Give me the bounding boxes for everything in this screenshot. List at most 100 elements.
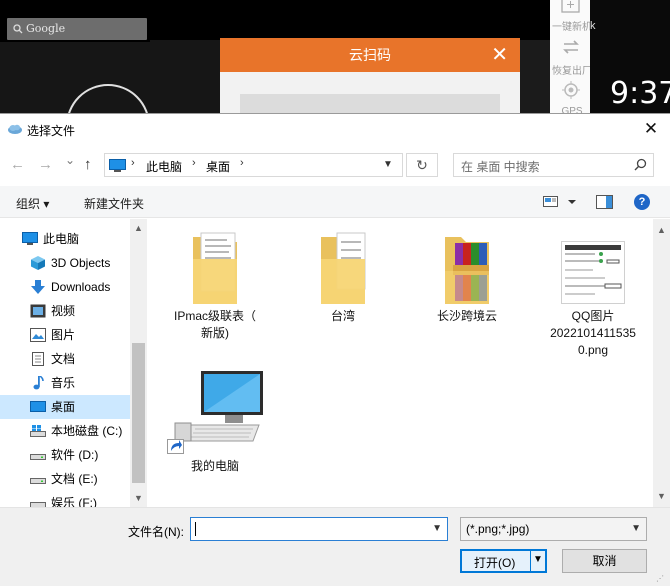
scan-code-title: 云扫码 xyxy=(349,47,391,63)
sidebar-item-drive-c[interactable]: 本地磁盘 (C:) xyxy=(0,419,130,443)
computer-shortcut-icon xyxy=(167,371,263,454)
clock-widget: k 9:37 xyxy=(590,0,670,120)
navigation-bar: ← → ⌄ ↑ › 此电脑 › 桌面 › ▼ ↻ 在 桌面 中搜索 xyxy=(0,144,670,186)
sidebar-item-label: 3D Objects xyxy=(51,256,111,270)
google-search-bar: Google xyxy=(7,18,147,40)
image-thumbnail-icon xyxy=(561,241,625,304)
restore-icon xyxy=(563,40,579,54)
text-caret xyxy=(195,522,196,536)
file-item-ipmac-folder[interactable]: IPmac级联表（ 新版) xyxy=(160,229,270,342)
file-name-cont: 0.png xyxy=(577,343,609,357)
open-button[interactable]: 打开(O) ▼ xyxy=(460,549,547,573)
new-device-label: 一键新机 xyxy=(552,22,592,33)
sidebar-item-videos[interactable]: 视频 xyxy=(0,299,130,323)
sidebar-item-this-pc[interactable]: 此电脑 xyxy=(0,227,130,251)
file-name: QQ图片 xyxy=(571,309,615,323)
resize-grip-icon[interactable]: ⋰ xyxy=(656,574,664,583)
pc-icon xyxy=(22,232,38,245)
open-button-label: 打开(O) xyxy=(474,556,516,570)
search-input[interactable]: 在 桌面 中搜索 xyxy=(453,153,654,177)
address-bar[interactable]: › 此电脑 › 桌面 › ▼ xyxy=(104,153,403,177)
scrollbar-thumb[interactable] xyxy=(132,343,145,483)
windows-drive-icon xyxy=(30,425,46,437)
filename-input[interactable]: ▼ xyxy=(190,517,448,541)
file-name-cont: 2022101411535 xyxy=(550,326,636,340)
scroll-up-arrow-icon[interactable]: ▲ xyxy=(657,225,666,235)
pc-icon xyxy=(109,159,126,172)
folder-docs-icon xyxy=(321,232,366,304)
file-item-my-computer[interactable]: 我的电脑 xyxy=(160,369,270,475)
scroll-up-arrow-icon[interactable]: ▲ xyxy=(134,223,143,233)
sidebar-item-label: 桌面 xyxy=(51,400,76,414)
download-arrow-icon xyxy=(31,280,45,294)
sidebar-item-drive-d[interactable]: 软件 (D:) xyxy=(0,443,130,467)
sidebar-scrollbar[interactable]: ▲ ▼ xyxy=(130,219,147,507)
file-item-qq-image[interactable]: QQ图片 2022101411535 0.png xyxy=(538,229,648,359)
forward-button[interactable]: → xyxy=(38,156,53,173)
new-folder-button[interactable]: 新建文件夹 xyxy=(84,195,144,212)
music-note-icon xyxy=(33,376,44,390)
up-button[interactable]: ↑ xyxy=(84,156,92,173)
organize-menu[interactable]: 组织 ▾ xyxy=(16,195,49,212)
file-name: 长沙跨境云 xyxy=(436,309,497,323)
factory-reset-label: 恢复出厂 xyxy=(552,66,592,77)
close-icon: ✕ xyxy=(491,44,508,66)
dialog-title: 选择文件 xyxy=(27,124,76,138)
file-item-changsha-folder[interactable]: 长沙跨境云 xyxy=(412,229,522,325)
cancel-button[interactable]: 取消 xyxy=(562,549,647,573)
scroll-down-arrow-icon[interactable]: ▼ xyxy=(134,493,143,503)
search-icon xyxy=(13,24,23,34)
breadcrumb-desktop[interactable]: 桌面 xyxy=(206,158,230,175)
dialog-footer: 文件名(N): ▼ (*.png;*.jpg) ▼ 打开(O) ▼ 取消 ⋰ xyxy=(0,507,670,586)
emulator-side-toolbar: 一键新机 恢复出厂 GPS xyxy=(550,0,592,120)
help-button[interactable]: ? xyxy=(634,194,650,210)
google-label: Google xyxy=(26,22,66,35)
film-icon xyxy=(30,304,46,318)
chevron-down-icon[interactable]: ▼ xyxy=(383,159,393,170)
sidebar-item-label: 文档 xyxy=(51,352,76,366)
drive-icon xyxy=(30,478,46,484)
sidebar-item-label: Downloads xyxy=(51,280,111,294)
filename-label: 文件名(N): xyxy=(128,525,184,539)
sidebar-item-drive-e[interactable]: 文档 (E:) xyxy=(0,467,130,491)
cloud-app-icon xyxy=(8,124,22,134)
sidebar-item-3d-objects[interactable]: 3D Objects xyxy=(0,251,130,275)
sidebar-item-drive-f[interactable]: 娱乐 (F:) xyxy=(0,491,130,507)
content-scrollbar[interactable]: ▲ ▼ xyxy=(653,219,670,507)
sidebar-item-pictures[interactable]: 图片 xyxy=(0,323,130,347)
scroll-down-arrow-icon[interactable]: ▼ xyxy=(657,491,666,501)
breadcrumb-this-pc[interactable]: 此电脑 xyxy=(146,158,182,175)
close-button[interactable]: ✕ xyxy=(636,118,666,140)
sidebar-item-documents[interactable]: 文档 xyxy=(0,347,130,371)
sidebar-item-desktop[interactable]: 桌面 xyxy=(0,395,130,419)
filetype-select[interactable]: (*.png;*.jpg) ▼ xyxy=(460,517,647,541)
preview-pane-icon[interactable] xyxy=(596,195,613,209)
file-open-dialog: 选择文件 ✕ ← → ⌄ ↑ › 此电脑 › 桌面 › ▼ ↻ 在 桌面 中搜索… xyxy=(0,113,670,586)
document-icon xyxy=(32,352,44,366)
view-options-icon[interactable] xyxy=(543,196,577,208)
sidebar-item-downloads[interactable]: Downloads xyxy=(0,275,130,299)
sidebar-item-music[interactable]: 音乐 xyxy=(0,371,130,395)
chevron-down-icon[interactable]: ▼ xyxy=(631,523,641,534)
recent-locations-button[interactable]: ⌄ xyxy=(65,153,75,167)
scan-code-dialog: 云扫码 ✕ xyxy=(220,38,520,120)
file-item-taiwan-folder[interactable]: 台湾 xyxy=(288,229,398,325)
back-button[interactable]: ← xyxy=(10,156,25,173)
sidebar-item-label: 音乐 xyxy=(51,376,76,390)
search-icon xyxy=(634,158,647,171)
folder-winrar-icon xyxy=(445,237,489,304)
breadcrumb-separator: › xyxy=(131,157,135,169)
sidebar-item-label: 图片 xyxy=(51,328,76,342)
new-device-icon xyxy=(561,0,580,13)
breadcrumb-separator[interactable]: › xyxy=(240,157,244,169)
emulator-top-band xyxy=(150,0,550,40)
file-list-view: IPmac级联表（ 新版) 台湾 长沙跨境云 QQ图片 202210141153… xyxy=(148,219,653,507)
sidebar-item-label: 娱乐 (F:) xyxy=(51,496,97,507)
chevron-down-icon[interactable]: ▼ xyxy=(432,523,442,534)
sidebar-item-label: 文档 (E:) xyxy=(51,472,98,486)
refresh-button[interactable]: ↻ xyxy=(406,153,438,177)
file-name: 我的电脑 xyxy=(190,459,239,473)
search-placeholder: 在 桌面 中搜索 xyxy=(461,160,540,174)
command-toolbar: 组织 ▾ 新建文件夹 ? xyxy=(0,186,670,218)
open-dropdown-arrow-icon[interactable]: ▼ xyxy=(533,554,543,565)
